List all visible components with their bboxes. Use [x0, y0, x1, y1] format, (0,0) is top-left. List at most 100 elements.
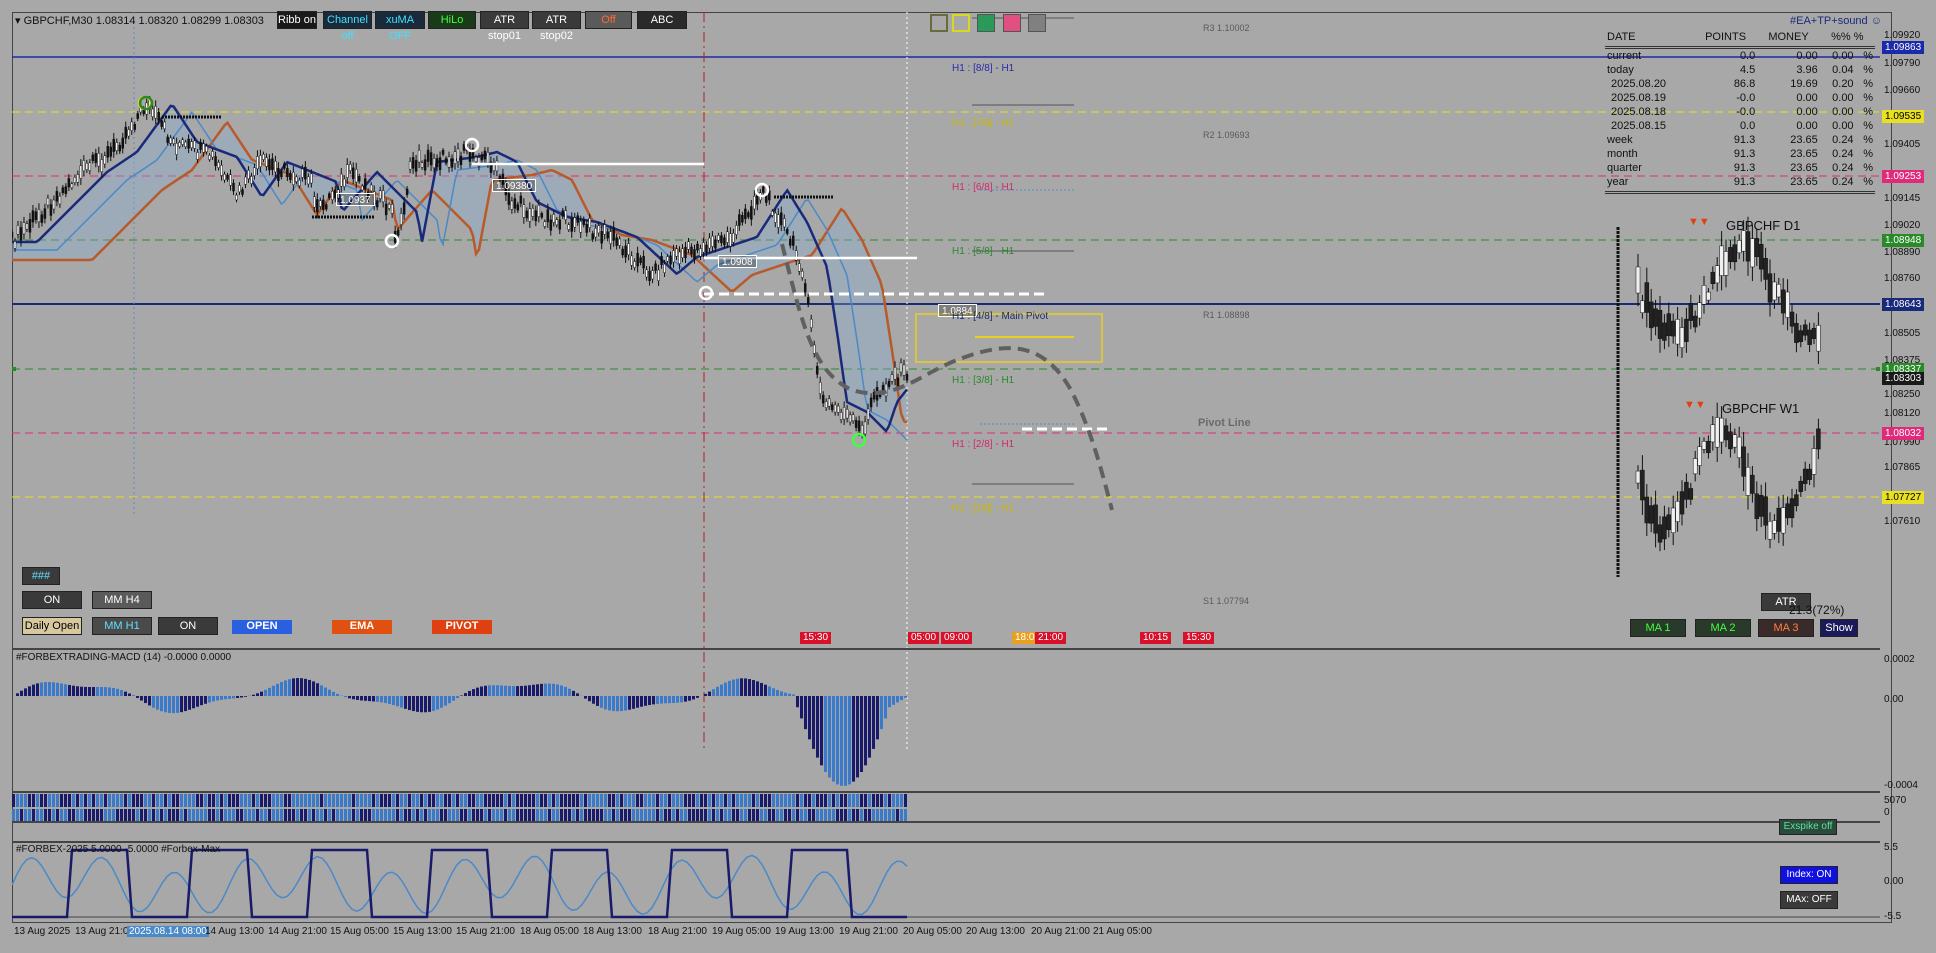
- exspike-bar: [548, 794, 551, 807]
- candle-body: [639, 257, 642, 264]
- exspike-bar: [388, 794, 391, 807]
- candle-body: [786, 229, 789, 234]
- panel-button-ema[interactable]: EMA: [332, 620, 392, 634]
- exspike-bar: [536, 809, 539, 821]
- panel-button-daily-open[interactable]: Daily Open: [22, 617, 82, 635]
- color-swatch[interactable]: [930, 14, 948, 32]
- toolbar-button-hilo[interactable]: HiLo: [428, 11, 476, 29]
- color-swatch[interactable]: [1003, 14, 1021, 32]
- macd-bar: [396, 696, 399, 707]
- exspike-bar: [616, 794, 619, 807]
- mini-candle-body: [1763, 258, 1768, 280]
- toolbar-button-atr-stop02[interactable]: ATR stop02: [532, 11, 581, 42]
- exspike-bar: [684, 794, 687, 807]
- macd-bar: [736, 678, 739, 696]
- candle-body: [741, 215, 744, 223]
- exspike-bar: [76, 809, 79, 821]
- macd-bar: [468, 690, 471, 696]
- indicator-button-ma-2[interactable]: MA 2: [1695, 619, 1751, 637]
- mini-candle-body: [1732, 434, 1738, 448]
- panel-button-on[interactable]: ON: [158, 617, 218, 635]
- toolbar-button-abc[interactable]: ABC: [637, 11, 687, 29]
- exspike-bar: [408, 809, 411, 821]
- exspike-bar: [704, 794, 707, 807]
- candle-body: [854, 420, 858, 428]
- candle-body: [184, 141, 187, 148]
- mini-candle-body: [1807, 468, 1812, 480]
- exspike-bar: [772, 794, 775, 807]
- panel-button-pivot[interactable]: PIVOT: [432, 620, 492, 634]
- exspike-bar: [736, 794, 739, 807]
- exspike-bar: [52, 809, 55, 821]
- candle-body: [708, 237, 711, 249]
- toolbar-button-channel-off[interactable]: Channel off: [323, 11, 372, 42]
- exspike-button[interactable]: Exspike off: [1779, 819, 1837, 835]
- stats-cell: 91.3: [1733, 148, 1756, 160]
- mini-candle-body: [1644, 282, 1650, 313]
- exspike-bar: [696, 794, 699, 807]
- mm-level-label: H1 : [1/8] - H1: [952, 503, 1015, 514]
- candle-body: [304, 166, 307, 180]
- color-swatch[interactable]: [952, 14, 970, 32]
- indicator-button-ma-1[interactable]: MA 1: [1630, 619, 1686, 637]
- candle-body: [289, 173, 292, 181]
- max-button[interactable]: MAx: OFF: [1780, 891, 1838, 909]
- panel-button-mm-h4[interactable]: MM H4: [92, 591, 152, 609]
- macd-bar: [664, 696, 667, 704]
- candle-body: [298, 179, 301, 186]
- macd-bar: [720, 684, 723, 696]
- exspike-bar: [376, 794, 379, 807]
- toolbar-button-off[interactable]: Off: [585, 11, 632, 29]
- toolbar-button-xuma-off[interactable]: xuMA OFF: [375, 11, 425, 42]
- macd-bar: [36, 683, 39, 696]
- stats-header: %% %: [1831, 31, 1864, 43]
- candle-body: [280, 171, 283, 178]
- exspike-bar: [896, 809, 899, 821]
- exspike-bar: [792, 809, 795, 821]
- candle-body: [549, 219, 553, 231]
- panel-button-on[interactable]: ON: [22, 591, 82, 609]
- macd-bar: [840, 696, 843, 786]
- stats-cell: 91.3: [1733, 176, 1756, 188]
- exspike-bar: [868, 809, 871, 821]
- exspike-bar: [92, 794, 95, 807]
- toolbar-button-ribb-on[interactable]: Ribb on: [277, 11, 317, 29]
- time-axis-label: 15 Aug 05:00: [330, 926, 389, 937]
- candle-body: [693, 249, 696, 260]
- exspike-bar: [600, 794, 603, 807]
- exspike-bar: [436, 809, 439, 821]
- candle-body: [753, 196, 756, 210]
- price-axis-label: 1.09660: [1884, 85, 1921, 96]
- candle-body: [97, 153, 101, 167]
- mini-candle-body: [1648, 301, 1654, 329]
- exspike-bar: [56, 809, 59, 821]
- exspike-bar: [44, 809, 47, 821]
- indicator-button-show[interactable]: Show: [1820, 619, 1858, 637]
- exspike-bar: [728, 794, 731, 807]
- panel-button-mm-h1[interactable]: MM H1: [92, 617, 152, 635]
- exspike-bar: [192, 809, 195, 821]
- macd-bar: [488, 685, 491, 696]
- toolbar-button-atr-stop01[interactable]: ATR stop01: [480, 11, 529, 42]
- color-swatch[interactable]: [1028, 14, 1046, 32]
- exspike-bar: [292, 794, 295, 807]
- exspike-bar: [564, 809, 567, 821]
- exspike-bar: [692, 794, 695, 807]
- stats-cell: 4.5: [1739, 64, 1756, 76]
- candle-body: [450, 158, 454, 168]
- candle-body: [792, 235, 795, 246]
- panel-button-hash[interactable]: ###: [22, 567, 60, 585]
- exspike-bar: [500, 809, 503, 821]
- session-time-tag: 05:00: [908, 632, 940, 644]
- candle-body: [564, 210, 568, 220]
- exspike-bar: [656, 809, 659, 821]
- time-axis-label: 18 Aug 13:00: [583, 926, 642, 937]
- color-swatch[interactable]: [977, 14, 995, 32]
- index-button[interactable]: Index: ON: [1780, 866, 1838, 884]
- exspike-bar: [468, 794, 471, 807]
- candle-body: [597, 225, 600, 234]
- candle-body: [414, 160, 418, 172]
- panel-button-open[interactable]: OPEN: [232, 620, 292, 634]
- indicator-button-ma-3[interactable]: MA 3: [1758, 619, 1814, 637]
- exspike-bar: [784, 794, 787, 807]
